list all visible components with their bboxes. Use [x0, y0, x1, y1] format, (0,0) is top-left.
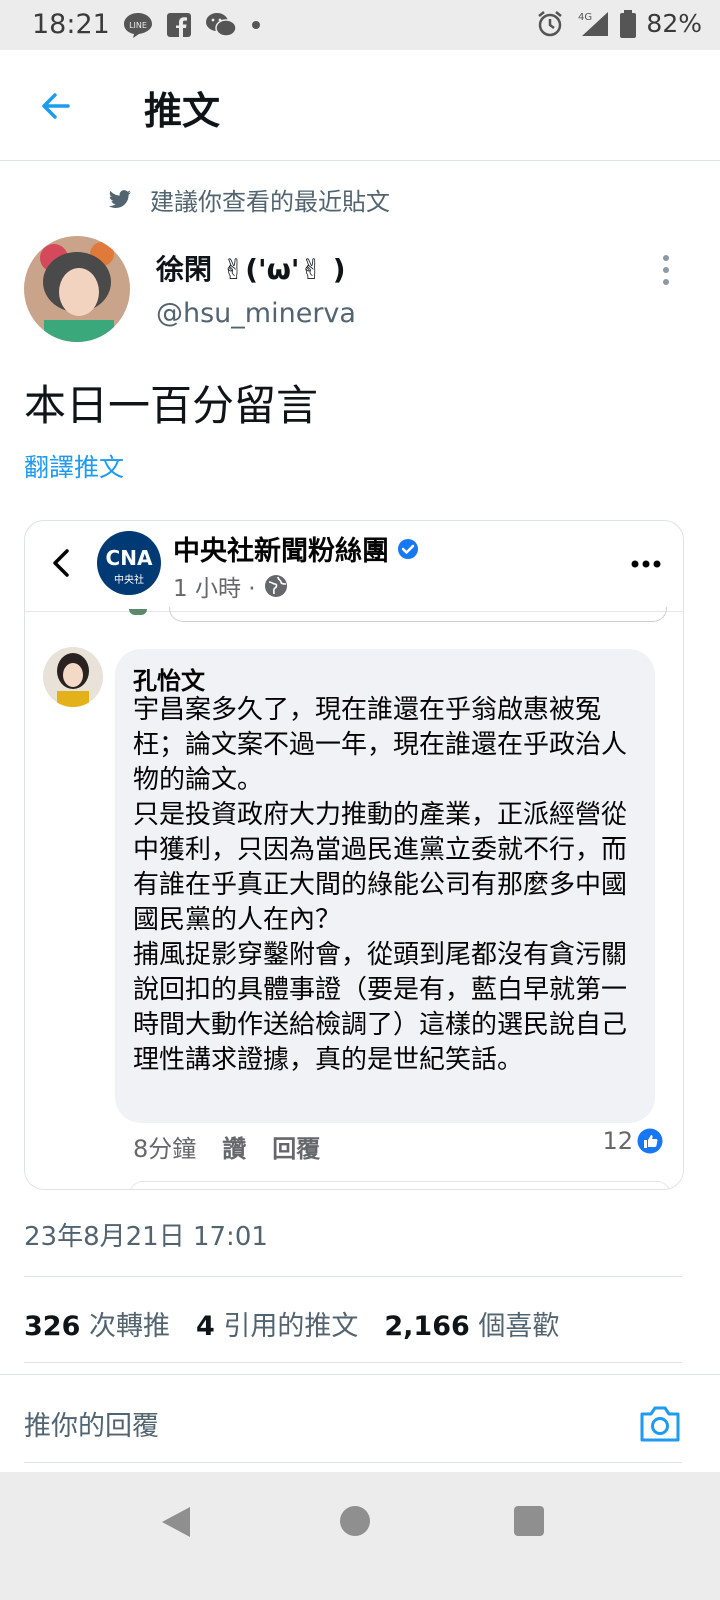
dot-icon — [252, 21, 260, 29]
comment-actions: 8分鐘 讚 回覆 — [133, 1129, 320, 1164]
fb-page-name-row: 中央社新聞粉絲團 — [173, 529, 419, 568]
cna-logo: CNA 中央社 — [97, 531, 161, 595]
status-time: 18:21 — [32, 9, 110, 40]
avatar-image — [24, 236, 130, 342]
more-horizontal-icon — [631, 560, 661, 568]
svg-text:LINE: LINE — [129, 21, 147, 30]
twitter-bird-icon — [108, 189, 131, 208]
retweets-stat[interactable]: 326 次轉推 — [24, 1304, 170, 1343]
more-options-icon[interactable] — [656, 254, 676, 286]
divider — [24, 1276, 682, 1277]
page-title: 推文 — [144, 89, 221, 133]
battery-percent: 82% — [646, 9, 702, 38]
nav-recents-icon[interactable] — [514, 1506, 544, 1536]
suggestion-banner: 建議你查看的最近貼文 — [108, 182, 390, 217]
fb-page-name: 中央社新聞粉絲團 — [173, 536, 389, 567]
status-bar: 18:21 LINE 4G 82% — [0, 0, 720, 50]
globe-icon — [264, 575, 287, 597]
author-avatar[interactable] — [24, 236, 130, 342]
chevron-left-icon — [53, 549, 69, 577]
previous-comment-bubble — [169, 607, 667, 622]
author-name[interactable]: 徐閑 ✌('ω'✌ ) — [156, 248, 346, 288]
likes-count: 2,166 — [384, 1311, 470, 1342]
quotes-stat[interactable]: 4 引用的推文 — [196, 1304, 358, 1343]
quotes-count: 4 — [195, 1311, 215, 1342]
verified-badge-icon — [398, 538, 418, 559]
nav-home-icon[interactable] — [340, 1506, 370, 1536]
comment-time: 8分鐘 — [133, 1135, 197, 1163]
reply-input[interactable]: 推你的回覆 — [24, 1404, 159, 1443]
retweets-count: 326 — [24, 1311, 81, 1342]
fb-post-header: CNA 中央社 中央社新聞粉絲團 1 小時 · — [25, 521, 683, 612]
alarm-icon — [538, 10, 563, 36]
translate-link[interactable]: 翻譯推文 — [24, 448, 124, 484]
top-bar: 推文 — [0, 50, 720, 161]
wechat-icon — [206, 13, 237, 37]
notification-icons: LINE — [123, 11, 261, 39]
author-handle[interactable]: @hsu_minerva — [156, 298, 356, 329]
divider — [0, 1374, 720, 1375]
tweet-stats: 326 次轉推 4 引用的推文 2,166 個喜歡 — [24, 1304, 559, 1343]
signal-icon: 4G — [578, 11, 609, 36]
divider — [24, 1462, 682, 1463]
line-icon: LINE — [124, 13, 152, 38]
comment-reply-action: 回覆 — [272, 1135, 321, 1163]
commenter-name: 孔怡文 — [133, 667, 205, 695]
quotes-label: 引用的推文 — [223, 1311, 359, 1342]
previous-comment-avatar — [129, 609, 147, 615]
fb-post-meta: 1 小時 · — [173, 569, 288, 603]
comment-like-count: 12 — [602, 1127, 663, 1155]
next-comment-bubble — [129, 1181, 671, 1189]
fb-time-ago: 1 小時 · — [173, 576, 256, 602]
back-arrow-icon[interactable] — [36, 86, 76, 126]
facebook-icon — [167, 13, 191, 37]
navigation-bar — [0, 1472, 720, 1600]
tweet-text: 本日一百分留言 — [24, 381, 319, 430]
tweet-media-image[interactable]: CNA 中央社 中央社新聞粉絲團 1 小時 · 孔怡文 宇昌案多久了，現在誰還在… — [24, 520, 684, 1190]
svg-text:中央社: 中央社 — [114, 573, 144, 586]
tweet-timestamp: 23年8月21日 17:01 — [24, 1222, 268, 1252]
camera-icon[interactable] — [638, 1404, 682, 1444]
battery-icon — [620, 9, 637, 38]
comment-text: 宇昌案多久了，現在誰還在乎翁啟惠被冤枉；論文案不過一年，現在誰還在乎政治人物的論… — [133, 695, 628, 1075]
nav-back-icon[interactable] — [160, 1505, 192, 1539]
likes-stat[interactable]: 2,166 個喜歡 — [384, 1304, 559, 1343]
likes-label: 個喜歡 — [478, 1311, 560, 1342]
comment-like-number: 12 — [602, 1127, 633, 1155]
divider — [24, 1362, 682, 1363]
comment-bubble: 孔怡文 宇昌案多久了，現在誰還在乎翁啟惠被冤枉；論文案不過一年，現在誰還在乎政治… — [115, 649, 655, 1123]
network-label: 4G — [578, 12, 592, 23]
suggestion-text: 建議你查看的最近貼文 — [150, 188, 390, 216]
like-thumb-icon — [637, 1128, 663, 1154]
svg-text:CNA: CNA — [106, 546, 153, 570]
commenter-avatar — [43, 647, 103, 707]
comment-like-action: 讚 — [222, 1135, 247, 1163]
retweets-label: 次轉推 — [88, 1311, 170, 1342]
